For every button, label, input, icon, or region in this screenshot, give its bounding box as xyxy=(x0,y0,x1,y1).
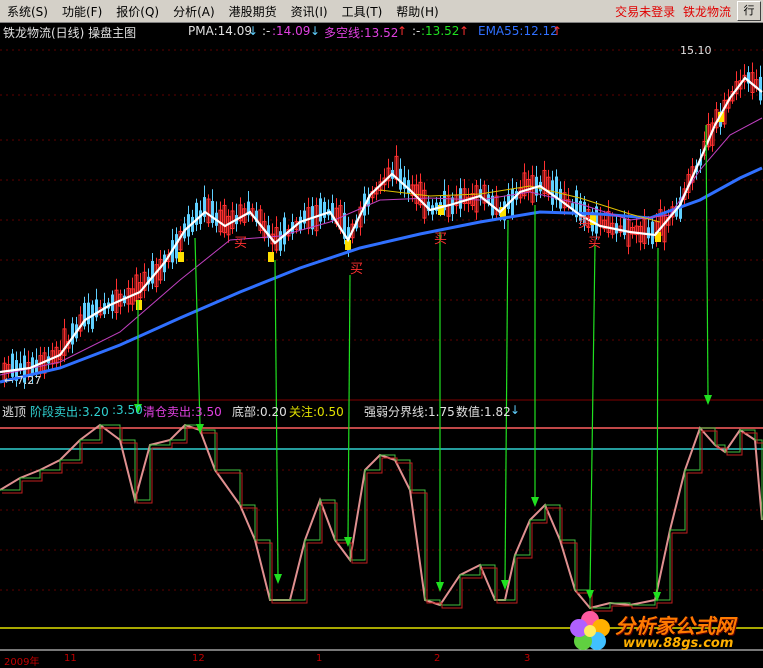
signal-arrow-head xyxy=(531,497,539,507)
lower-indicator xyxy=(0,423,763,612)
candle-body xyxy=(319,198,322,222)
signal-box xyxy=(178,252,184,262)
candle-body xyxy=(623,218,626,236)
indicator-header: 逃顶 阶段卖出:3.20 :3.50 清仓卖出:3.50 底部:0.20 关注:… xyxy=(0,402,763,419)
buy-marker: 买 xyxy=(234,236,248,251)
low-price-label: ← 7.27 xyxy=(4,374,42,387)
site-logo: 分析家公式网 www.88gs.com xyxy=(565,606,761,656)
signal-arrow-shaft xyxy=(504,219,509,583)
candle-body xyxy=(71,323,74,345)
signal-box xyxy=(268,252,274,262)
logo-url: www.88gs.com xyxy=(623,636,734,651)
clear-sell-value: 清仓卖出:3.50 xyxy=(143,405,222,419)
time-label: 11 xyxy=(64,653,77,664)
signal-box xyxy=(136,300,142,310)
signal-arrow-head xyxy=(344,537,352,547)
candle-body xyxy=(211,200,214,223)
signal-arrow-head xyxy=(274,574,282,584)
time-label: 1 xyxy=(316,653,323,664)
indicator-line xyxy=(0,423,763,610)
candle-body xyxy=(283,217,286,245)
time-label: 2009年 xyxy=(4,657,40,668)
strong-weak-value: 强弱分界线:1.75 xyxy=(364,405,455,419)
indicator-name: 逃顶 xyxy=(2,405,27,419)
candle-body xyxy=(511,188,514,217)
stock-chart[interactable] xyxy=(0,0,763,665)
multi-short-line xyxy=(0,76,763,374)
time-label: 12 xyxy=(192,653,205,664)
signal-arrow-head xyxy=(586,590,594,600)
candle-body xyxy=(459,188,462,209)
high-price-label: 15.10 xyxy=(680,44,712,57)
candle-body xyxy=(551,180,554,205)
candle-body xyxy=(451,197,454,215)
stage-sell-value-2: :3.50 xyxy=(112,403,143,417)
buy-marker: 买 xyxy=(588,236,602,251)
signal-arrow-shaft xyxy=(705,124,709,398)
buy-marker: 买 xyxy=(578,216,592,231)
buy-marker: 买 xyxy=(434,232,448,247)
candle-body xyxy=(87,302,90,325)
candle-body xyxy=(151,260,154,284)
pma-line xyxy=(0,117,763,376)
time-label: 2 xyxy=(434,653,441,664)
indicator-step-line xyxy=(0,424,763,609)
indicator-value: 数值:1.82 xyxy=(456,405,511,419)
attention-value: 关注:0.50 xyxy=(289,405,344,419)
signal-arrow-shaft xyxy=(656,247,659,595)
candle-body xyxy=(279,231,282,251)
signal-arrow-shaft xyxy=(589,244,596,593)
signal-arrow-head xyxy=(436,582,444,592)
candle-body xyxy=(323,201,326,218)
indicator-value-arrow: ↓ xyxy=(510,403,521,417)
time-label: 3 xyxy=(524,653,531,664)
candle-body xyxy=(651,221,654,245)
bottom-value: 底部:0.20 xyxy=(232,405,287,419)
buy-marker: 买 xyxy=(350,262,364,277)
time-axis: 2009年 11 12 1 2 3 xyxy=(0,653,763,668)
candle-body xyxy=(647,227,650,239)
stage-sell-value: 阶段卖出:3.20 xyxy=(30,405,109,419)
logo-brand: 分析家公式网 xyxy=(615,614,735,638)
flower-logo-icon xyxy=(570,611,610,650)
